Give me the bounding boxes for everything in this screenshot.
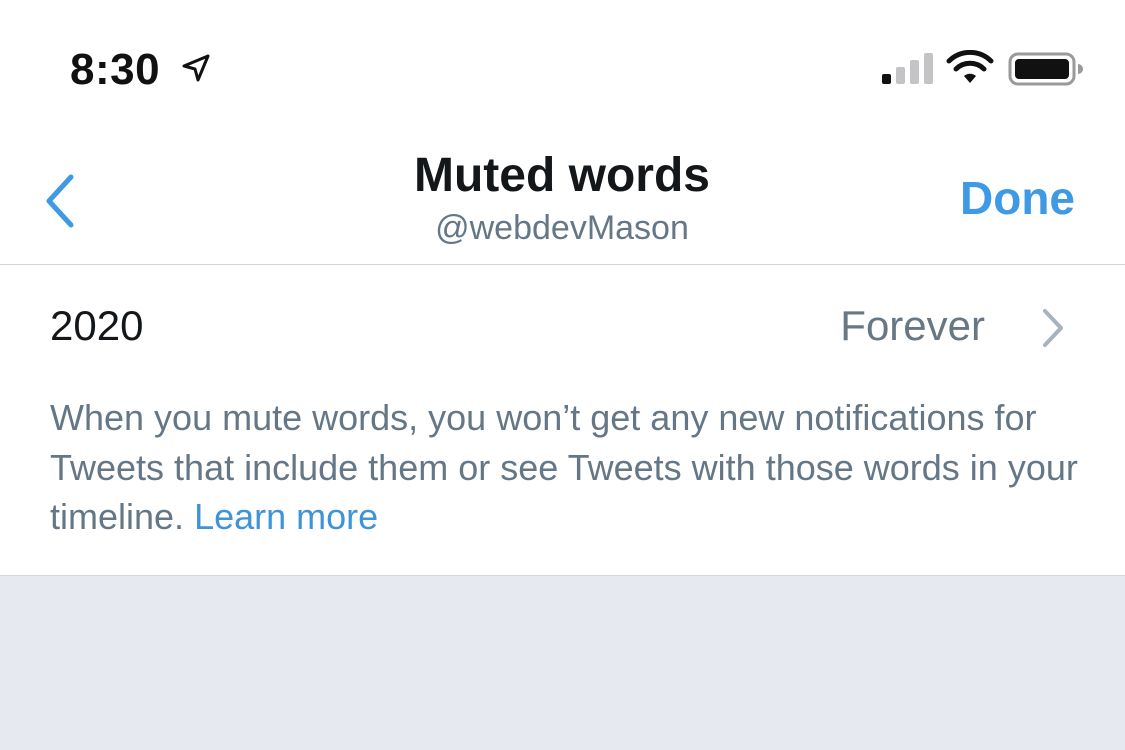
header-title-group: Muted words @webdevMason [262, 148, 862, 248]
done-button[interactable]: Done [960, 170, 1075, 226]
status-time: 8:30 [70, 45, 161, 94]
empty-background-area [0, 576, 1125, 750]
location-arrow-icon [182, 54, 210, 82]
mute-duration-value: Forever [840, 302, 985, 349]
navigation-header: Muted words @webdevMason Done [0, 120, 1125, 265]
learn-more-link[interactable]: Learn more [194, 496, 378, 537]
wifi-icon [946, 50, 994, 83]
page-title: Muted words [414, 149, 710, 202]
chevron-right-icon [1043, 309, 1063, 347]
status-bar: 8:30 [0, 0, 1125, 120]
muted-words-list: 2020 Forever When you mute words, you wo… [0, 265, 1125, 576]
muted-word-label: 2020 [50, 302, 144, 349]
cellular-signal-icon [882, 53, 933, 84]
back-button[interactable] [30, 166, 90, 236]
account-handle: @webdevMason [435, 209, 689, 247]
chevron-left-icon [46, 174, 74, 228]
muted-words-screen: 8:30 Muted words @webdevMason Done 2020 … [0, 0, 1125, 750]
battery-icon [1008, 52, 1083, 86]
muted-word-row[interactable]: 2020 Forever [0, 265, 1125, 385]
mute-description: When you mute words, you won’t get any n… [50, 393, 1080, 542]
